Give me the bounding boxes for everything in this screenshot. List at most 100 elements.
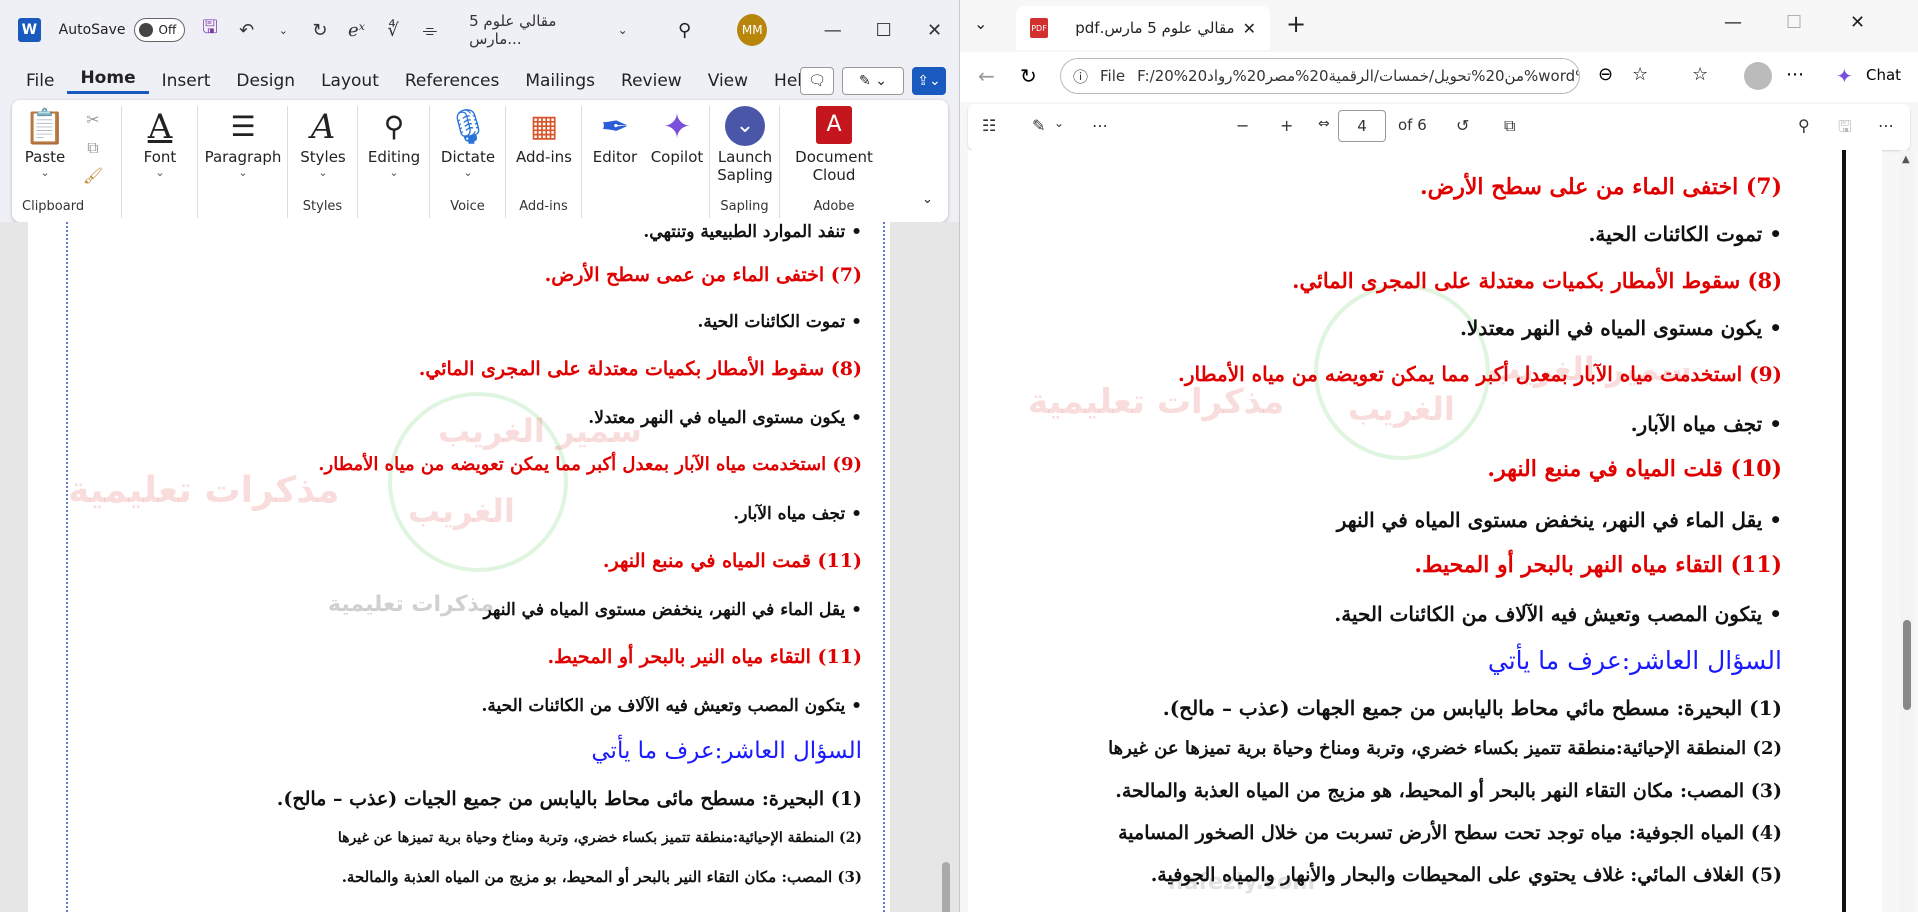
minimize-icon[interactable]: — — [1724, 12, 1742, 33]
close-icon[interactable]: ✕ — [1850, 12, 1865, 33]
page-view-icon[interactable]: ⧉ — [1504, 116, 1515, 136]
group-clipboard: 📋 Paste ⌄ ✂ ⧉ 🖌 Clipboard — [12, 106, 122, 218]
doc-line: • يكون مستوى المياه في النهر معتدلا. — [588, 408, 862, 428]
document-page[interactable]: مذكرات تعليمية سمير الغريب الغريب مذكرات… — [28, 222, 890, 912]
favorite-star-icon[interactable]: ☆ — [1632, 64, 1648, 85]
zoom-in-icon[interactable]: + — [1280, 116, 1293, 135]
doc-line: • تنفد الموارد الطبيعية وتنتهي. — [643, 222, 862, 242]
format-painter-icon[interactable]: 🖌 — [78, 166, 108, 185]
fraction-icon[interactable]: ∜ — [382, 20, 405, 41]
tab-design[interactable]: Design — [223, 71, 308, 91]
back-icon[interactable]: ← — [978, 64, 995, 88]
pdf-line: (1) البحيرة: مسطح مائي محاط باليابس من ج… — [1162, 696, 1782, 720]
tab-close-icon[interactable]: ✕ — [1243, 19, 1256, 38]
title-chevron-icon[interactable]: ⌄ — [611, 23, 634, 37]
fit-width-icon[interactable]: ⇔ — [1318, 116, 1330, 132]
vertical-scrollbar[interactable] — [942, 862, 950, 912]
tab-view[interactable]: View — [695, 71, 761, 91]
pdf-search-icon[interactable]: ⚲ — [1798, 116, 1810, 135]
tab-layout[interactable]: Layout — [308, 71, 392, 91]
pdf-line: (10) قلت المياه في منبع النهر. — [1487, 456, 1782, 482]
highlight-icon[interactable]: ✎ — [1032, 116, 1045, 135]
group-editing: ⚲ Editing ⌄ — [358, 106, 430, 218]
tab-insert[interactable]: Insert — [149, 71, 224, 91]
doc-line: • يقل الماء في النهر، ينخفض مستوى المياه… — [483, 600, 862, 620]
more-menu-icon[interactable]: ⋯ — [1786, 64, 1804, 85]
favorites-icon[interactable]: ☆ — [1692, 64, 1708, 85]
launch-sapling-button[interactable]: ⌄ Launch Sapling — [714, 106, 776, 184]
scroll-up-icon[interactable]: ▲ — [1902, 154, 1910, 165]
close-icon[interactable]: ✕ — [909, 20, 959, 41]
addins-button[interactable]: ▦ Add-ins — [510, 106, 578, 166]
scrollbar-thumb[interactable] — [1903, 620, 1911, 710]
rotate-icon[interactable]: ↺ — [1456, 116, 1469, 135]
copy-icon[interactable]: ⧉ — [78, 138, 108, 158]
autosave-toggle[interactable]: Off — [133, 18, 185, 42]
document-title[interactable]: مقالي علوم 5 مارس... — [469, 12, 605, 48]
pdf-page[interactable]: مذكرات تعليمية سمير الغريب الغريب nafezl… — [968, 150, 1882, 912]
undo-icon[interactable]: ↶ — [235, 20, 258, 41]
contents-icon[interactable]: ☷ — [982, 116, 996, 135]
tab-review[interactable]: Review — [608, 71, 695, 91]
profile-avatar[interactable] — [1744, 62, 1772, 90]
editing-label: Editing — [367, 148, 421, 166]
tab-mailings[interactable]: Mailings — [512, 71, 608, 91]
editing-button[interactable]: ⚲ Editing ⌄ — [364, 106, 424, 179]
chat-label[interactable]: Chat — [1866, 66, 1901, 84]
new-tab-icon[interactable]: + — [1286, 10, 1306, 38]
undo-dropdown-icon[interactable]: ⌄ — [272, 24, 295, 37]
copilot-icon[interactable]: ✦ — [1836, 64, 1853, 88]
info-icon: ⓘ — [1073, 67, 1089, 86]
customize-toolbar-icon[interactable]: ⌯ — [418, 20, 441, 41]
watermark-text: مذكرات تعليمية — [328, 592, 494, 617]
styles-button[interactable]: A Styles ⌄ — [296, 106, 350, 179]
pdf-line: (2) المنطقة الإحيائية:منطقة تتميز بكساء … — [1108, 738, 1782, 759]
dictate-button[interactable]: 🎙 Dictate ⌄ — [436, 106, 500, 179]
paragraph-button[interactable]: ☰ Paragraph ⌄ — [202, 106, 284, 179]
save-icon[interactable]: 🖫 — [199, 15, 222, 45]
editing-mode-icon[interactable]: ✎ ⌄ — [842, 67, 904, 95]
search-icon[interactable]: ⚲ — [678, 20, 691, 41]
dictate-label: Dictate — [440, 148, 496, 166]
more-tools-icon[interactable]: ⋯ — [1092, 116, 1108, 135]
zoom-out-icon[interactable]: − — [1236, 116, 1249, 135]
maximize-icon[interactable]: ☐ — [1786, 12, 1802, 33]
font-label: Font — [143, 148, 177, 166]
copilot-button[interactable]: ✦ Copilot — [646, 106, 708, 166]
tab-file[interactable]: File — [0, 71, 67, 91]
save-icon[interactable]: 🖫 — [1838, 116, 1852, 143]
tab-home[interactable]: Home — [67, 68, 149, 94]
pdf-line: • تجف مياه الآبار. — [1630, 412, 1782, 436]
minimize-icon[interactable]: — — [807, 20, 858, 41]
document-cloud-button[interactable]: A Document Cloud — [784, 106, 884, 184]
equation-icon[interactable]: eˣ — [345, 20, 368, 41]
url-input[interactable]: ⓘ File F:/20%من20%تحويل/خمسات/الرقمية20%… — [1060, 58, 1580, 94]
collapse-ribbon-icon[interactable]: ⌄ — [922, 192, 933, 207]
pdf-line: (5) الغلاف المائي: غلاف يحتوي على المحيط… — [1150, 864, 1782, 886]
doc-line: (9) استخدمت مياه الآبار بمعدل أكبر مما ي… — [318, 454, 862, 475]
tab-strip: ⌄ PDF مقالي علوم 5 مارس.pdf ✕ + — ☐ ✕ — [960, 0, 1918, 52]
zoom-icon[interactable]: ⊖ — [1598, 64, 1613, 85]
maximize-icon[interactable]: ☐ — [858, 20, 909, 41]
font-icon: A — [147, 107, 173, 147]
pdf-more-icon[interactable]: ⋯ — [1878, 116, 1894, 135]
tab-references[interactable]: References — [392, 71, 512, 91]
paste-button[interactable]: 📋 Paste ⌄ — [20, 106, 70, 179]
document-canvas: مذكرات تعليمية سمير الغريب الغريب مذكرات… — [0, 222, 959, 912]
cut-icon[interactable]: ✂ — [78, 110, 108, 129]
tab-actions-chevron-icon[interactable]: ⌄ — [974, 14, 987, 33]
editor-button[interactable]: ✒ Editor — [586, 106, 644, 166]
pdf-line: (9) استخدمت مياه الآبار بمعدل أكبر مما ي… — [1177, 362, 1782, 386]
comments-icon[interactable]: 🗨 — [800, 67, 834, 95]
avatar[interactable]: MM — [737, 14, 768, 46]
font-button[interactable]: A Font ⌄ — [130, 106, 190, 179]
highlight-dropdown-icon[interactable]: ⌄ — [1054, 116, 1064, 130]
page-number-input[interactable]: 4 — [1338, 110, 1386, 142]
share-icon[interactable]: ⇪⌄ — [912, 67, 946, 95]
redo-icon[interactable]: ↻ — [309, 20, 332, 41]
browser-tab[interactable]: PDF مقالي علوم 5 مارس.pdf ✕ — [1016, 6, 1270, 50]
doc-line: • تموت الكائنات الحية. — [697, 312, 862, 332]
adobe-group-label: Adobe — [813, 199, 855, 214]
pdf-scrollbar[interactable]: ▲ — [1900, 150, 1914, 912]
refresh-icon[interactable]: ↻ — [1020, 64, 1037, 88]
